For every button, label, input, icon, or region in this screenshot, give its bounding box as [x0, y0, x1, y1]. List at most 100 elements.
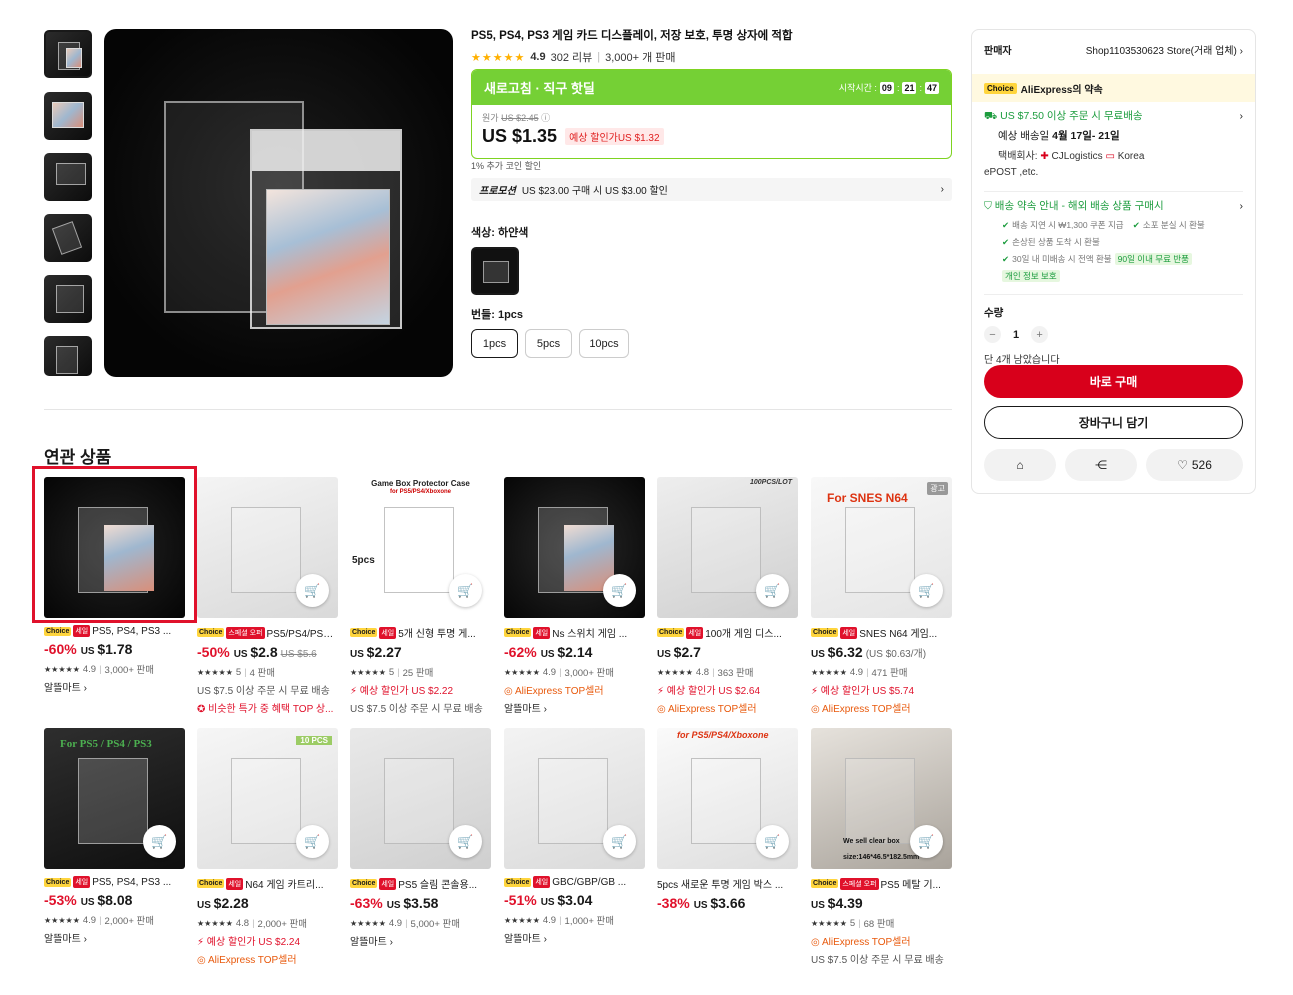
rating-stars: ★★★★★	[504, 667, 540, 677]
info-icon[interactable]: ⓘ	[541, 113, 550, 123]
thumbnail-4[interactable]	[44, 214, 92, 262]
related-product-card[interactable]: for PS5/PS4/Xboxone 🛒 5pcs 새로운 투명 게임 박스 ..…	[657, 728, 798, 911]
add-cart-icon[interactable]: 🛒	[449, 574, 482, 607]
wishlist-button[interactable]: ♡ 526	[1146, 449, 1243, 481]
thumbnail-2[interactable]	[44, 92, 92, 140]
seller-name[interactable]: Shop1103530623 Store(거래 업체) ›	[1086, 42, 1243, 57]
image-text: Game Box Protector Case	[371, 479, 470, 488]
product-price: -62% US $2.14	[504, 644, 645, 660]
thumbnail-6[interactable]	[44, 336, 92, 376]
product-image[interactable]: Game Box Protector Case for PS5/PS4/Xboxo…	[350, 477, 491, 618]
related-product-card[interactable]: For SNES N64 광고 🛒 Choice 세일 SNES N64 게임... US …	[811, 477, 952, 715]
share-button[interactable]: ⋲	[1065, 449, 1137, 481]
related-product-card[interactable]: 🛒 Choice 세일 PS5 슬림 콘솔용... -63% US $3.58 ★★★★★ 4…	[350, 728, 491, 948]
product-image[interactable]: For SNES N64 광고 🛒	[811, 477, 952, 618]
separator: |	[405, 917, 408, 929]
separator: |	[99, 914, 102, 926]
minus-button[interactable]: −	[984, 326, 1001, 343]
promotion-row[interactable]: 프로모션 US $23.00 구매 시 US $3.00 할인 ›	[471, 178, 952, 201]
rating-row: ★★★★★ 4.9 302 리뷰 | 3,000+ 개 판매	[471, 49, 676, 65]
product-title[interactable]: Choice 세일 5개 신형 투명 게...	[350, 625, 491, 640]
product-title: PS5, PS4, PS3 게임 카드 디스플레이, 저장 보호, 투명 상자에…	[471, 30, 793, 42]
thumbnail-1[interactable]	[44, 30, 92, 78]
add-cart-icon[interactable]: 🛒	[296, 825, 329, 858]
add-cart-icon[interactable]: 🛒	[143, 825, 176, 858]
product-rating-row: ★★★★★ 4.9 | 3,000+ 판매	[504, 665, 645, 680]
add-cart-icon[interactable]: 🛒	[910, 825, 943, 858]
related-product-card[interactable]: For PS5 / PS4 / PS3 🛒 Choice 세일 PS5, PS4, PS…	[44, 728, 185, 945]
product-image[interactable]: 🛒	[197, 477, 338, 618]
add-cart-icon[interactable]: 🛒	[756, 574, 789, 607]
product-image[interactable]: For PS5 / PS4 / PS3 🛒	[44, 728, 185, 869]
product-title[interactable]: 5pcs 새로운 투명 게임 박스 ...	[657, 876, 798, 891]
product-title[interactable]: Choice 세일 PS5, PS4, PS3 ...	[44, 625, 185, 637]
product-image[interactable]: 100PCS/LOT 🛒	[657, 477, 798, 618]
timer-seconds: 47	[924, 81, 939, 94]
check-item: ✔ 손상된 상품 도착 시 환불	[1002, 237, 1100, 247]
main-product-image[interactable]	[104, 29, 453, 377]
image-text: 100PCS/LOT	[749, 479, 792, 486]
related-product-card[interactable]: Game Box Protector Case for PS5/PS4/Xboxo…	[350, 477, 491, 715]
product-title[interactable]: Choice 세일 GBC/GBP/GB ...	[504, 876, 645, 888]
product-image[interactable]: for PS5/PS4/Xboxone 🛒	[657, 728, 798, 869]
separator: |	[858, 917, 861, 929]
price-value: $2.14	[557, 644, 593, 660]
seller-name-text: Shop1103530623 Store(거래 업체)	[1085, 46, 1237, 57]
separator: |	[559, 914, 562, 926]
add-to-cart-button[interactable]: 장바구니 담기	[984, 406, 1243, 439]
add-cart-icon[interactable]: 🛒	[910, 574, 943, 607]
bundle-option-1pcs[interactable]: 1pcs	[471, 329, 518, 358]
related-product-card[interactable]: 🛒 Choice스페셜 오퍼PS5/PS4/PS3 디... -50%US $2.8…	[197, 477, 338, 715]
add-cart-icon[interactable]: 🛒	[756, 825, 789, 858]
price-value: $1.78	[97, 641, 133, 657]
product-title[interactable]: Choice 세일 Ns 스위치 게임 ...	[504, 625, 645, 640]
promise-row[interactable]: ⛉ 배송 약속 안내 - 해외 배송 상품 구매시 ›	[972, 198, 1255, 213]
related-product-card[interactable]: We sell clear box size:146*46.5*182.5mm 🛒 C…	[811, 728, 952, 966]
related-product-card[interactable]: 100PCS/LOT 🛒 Choice 세일 100개 게임 디스... US $2.7 ★…	[657, 477, 798, 715]
box-illustration	[845, 758, 915, 844]
product-title[interactable]: Choice 세일 PS5, PS4, PS3 ...	[44, 876, 185, 888]
add-cart-icon[interactable]: 🛒	[296, 574, 329, 607]
product-title[interactable]: Choice 세일 N64 게임 카트리...	[197, 876, 338, 891]
related-product-card[interactable]: 🛒 Choice 세일 Ns 스위치 게임 ... -62% US $2.14 ★★★★★ 4…	[504, 477, 645, 715]
discount-percent: -50%	[197, 644, 230, 660]
product-image[interactable]: We sell clear box size:146*46.5*182.5mm 🛒	[811, 728, 952, 869]
product-title[interactable]: Choice스페셜 오퍼PS5/PS4/PS3 디...	[197, 625, 338, 640]
box-illustration	[231, 507, 301, 593]
shipping-row[interactable]: ⛟ US $7.50 이상 주문 시 무료배송 ›	[972, 108, 1255, 124]
price-value: $8.08	[97, 892, 133, 908]
related-product-card[interactable]: 10 PCS 🛒 Choice 세일 N64 게임 카트리... US $2.28 ★★★★…	[197, 728, 338, 966]
add-cart-icon[interactable]: 🛒	[449, 825, 482, 858]
truck-icon: ⛟	[984, 110, 998, 122]
bundle-option-10pcs[interactable]: 10pcs	[579, 329, 629, 358]
privacy-tag: 개인 정보 보호	[1002, 270, 1060, 282]
product-title[interactable]: Choice 스페셜 오퍼 PS5 메탈 기...	[811, 876, 952, 891]
product-price: US $4.39	[811, 895, 952, 911]
related-product-card[interactable]: 🛒 Choice 세일 GBC/GBP/GB ... -51% US $3.04 ★★★★★…	[504, 728, 645, 945]
separator: |	[559, 666, 562, 678]
rating-value: 4.9	[82, 914, 97, 926]
related-title: 연관 상품	[44, 448, 112, 467]
thumbnail-3[interactable]	[44, 153, 92, 201]
store-button[interactable]: ⌂	[984, 449, 1056, 481]
discount-percent: -38%	[657, 895, 690, 911]
buy-now-button[interactable]: 바로 구매	[984, 365, 1243, 398]
price-value: $6.32	[827, 644, 863, 660]
product-image[interactable]: 🛒	[504, 728, 645, 869]
review-count[interactable]: 302 리뷰	[551, 49, 593, 65]
product-image[interactable]: 10 PCS 🛒	[197, 728, 338, 869]
thumbnail-5[interactable]	[44, 275, 92, 323]
product-title[interactable]: Choice 세일 100개 게임 디스...	[657, 625, 798, 640]
add-cart-icon[interactable]: 🛒	[603, 574, 636, 607]
add-cart-icon[interactable]: 🛒	[603, 825, 636, 858]
product-image[interactable]: 🛒	[504, 477, 645, 618]
product-title[interactable]: Choice 세일 SNES N64 게임...	[811, 625, 952, 640]
product-price: US $6.32 (US $0.63/개)	[811, 644, 952, 660]
bundle-option-5pcs[interactable]: 5pcs	[525, 329, 572, 358]
product-image[interactable]: 🛒	[350, 728, 491, 869]
product-title[interactable]: Choice 세일 PS5 슬림 콘솔용...	[350, 876, 491, 891]
color-swatch-white[interactable]	[471, 247, 519, 295]
quantity-value[interactable]: 1	[1013, 329, 1019, 341]
sold-count: 5,000+ 판매	[410, 919, 460, 930]
plus-button[interactable]: +	[1031, 326, 1049, 343]
